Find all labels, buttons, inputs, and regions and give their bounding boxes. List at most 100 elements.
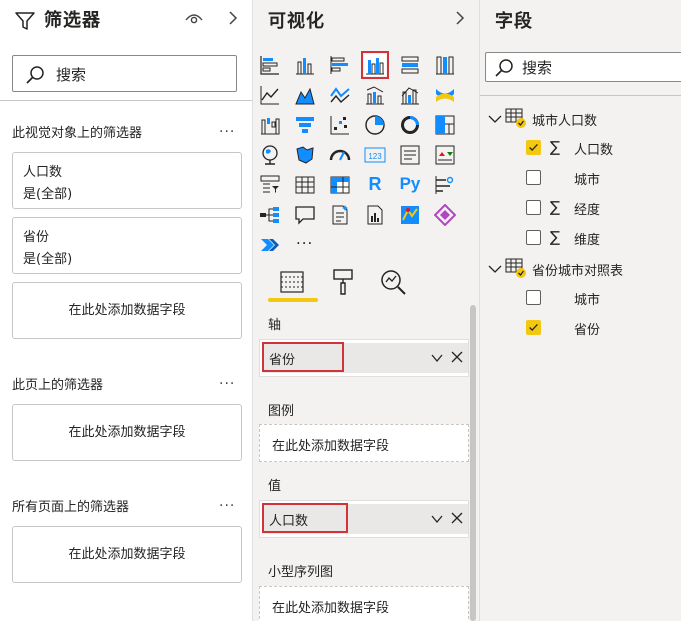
search-icon xyxy=(26,66,44,84)
map-icon[interactable] xyxy=(259,144,281,166)
filters-search-box[interactable]: 搜索 xyxy=(12,55,237,92)
power-apps-icon[interactable] xyxy=(434,204,456,226)
card-icon[interactable]: 123 xyxy=(364,144,386,166)
area-chart-icon[interactable] xyxy=(294,84,316,106)
table-name: 省份城市对照表 xyxy=(532,264,624,279)
stacked-bar-chart-icon[interactable] xyxy=(259,54,281,76)
active-tab-underline xyxy=(268,298,318,302)
qa-visual-icon[interactable] xyxy=(294,204,316,226)
axis-well[interactable]: 省份 xyxy=(259,339,469,377)
chevron-down-icon[interactable] xyxy=(488,114,502,124)
collapse-visualizations-chevron-icon[interactable] xyxy=(453,10,467,26)
smart-narrative-icon[interactable] xyxy=(329,204,351,226)
close-icon[interactable] xyxy=(451,351,463,363)
funnel-chart-icon[interactable] xyxy=(294,114,316,136)
field-name: 人口数 xyxy=(574,143,614,158)
eye-icon[interactable] xyxy=(184,10,204,26)
arcgis-map-icon[interactable] xyxy=(399,204,421,226)
checkbox-unchecked[interactable] xyxy=(526,230,541,245)
filters-divider xyxy=(0,100,252,101)
more-visuals-button[interactable]: ... xyxy=(296,230,318,252)
scatter-chart-icon[interactable] xyxy=(329,114,351,136)
chevron-down-icon[interactable] xyxy=(488,264,502,274)
filter-icon xyxy=(15,12,35,30)
all-pages-filters-more-button[interactable]: ... xyxy=(219,494,235,510)
sigma-icon: ∑ xyxy=(550,198,561,216)
visualizations-scrollbar[interactable] xyxy=(470,305,476,621)
collapse-filters-chevron-icon[interactable] xyxy=(226,10,240,26)
power-automate-icon[interactable] xyxy=(259,234,281,256)
fields-wells-tab-icon[interactable] xyxy=(278,267,308,297)
page-filters-more-button[interactable]: ... xyxy=(219,372,235,388)
matrix-icon[interactable] xyxy=(329,174,351,196)
table-icon xyxy=(505,258,526,278)
field-name: 城市 xyxy=(574,293,601,308)
filter-card-province[interactable]: 省份 是(全部) xyxy=(12,217,242,274)
visual-filters-more-button[interactable]: ... xyxy=(219,120,235,136)
key-influencers-icon[interactable] xyxy=(434,174,456,196)
legend-well-label: 图例 xyxy=(268,404,295,419)
all-pages-filters-drop-zone[interactable]: 在此处添加数据字段 xyxy=(12,526,242,583)
search-icon xyxy=(495,59,513,77)
filter-card-value: 是(全部) xyxy=(23,252,73,267)
waterfall-chart-icon[interactable] xyxy=(259,114,281,136)
clustered-bar-chart-icon[interactable] xyxy=(329,54,351,76)
fields-divider xyxy=(480,95,681,96)
fields-title: 字段 xyxy=(495,11,533,32)
gauge-icon[interactable] xyxy=(329,144,351,166)
chevron-down-icon[interactable] xyxy=(431,353,443,363)
drop-zone-label: 在此处添加数据字段 xyxy=(68,303,186,318)
small-multiples-well-drop-zone[interactable]: 在此处添加数据字段 xyxy=(259,586,469,621)
pie-chart-icon[interactable] xyxy=(364,114,386,136)
stacked-area-chart-icon[interactable] xyxy=(329,84,351,106)
table-name: 城市人口数 xyxy=(532,114,598,129)
checkbox-unchecked[interactable] xyxy=(526,200,541,215)
filter-card-value: 是(全部) xyxy=(23,187,73,202)
legend-well-drop-zone[interactable]: 在此处添加数据字段 xyxy=(259,424,469,462)
ribbon-chart-icon[interactable] xyxy=(434,84,456,106)
filter-card-field: 省份 xyxy=(23,230,50,245)
visualizations-title: 可视化 xyxy=(268,11,325,32)
field-name: 维度 xyxy=(574,233,601,248)
fields-search-placeholder: 搜索 xyxy=(522,59,553,77)
visual-filters-label: 此视觉对象上的筛选器 xyxy=(12,126,143,141)
kpi-icon[interactable] xyxy=(434,144,456,166)
checkbox-checked[interactable] xyxy=(526,320,541,335)
stacked-column-chart-icon[interactable] xyxy=(294,54,316,76)
chevron-down-icon[interactable] xyxy=(431,514,443,524)
clustered-column-chart-icon[interactable] xyxy=(361,51,389,79)
r-script-visual-icon[interactable]: R xyxy=(364,172,386,194)
drop-zone-label: 在此处添加数据字段 xyxy=(272,439,390,454)
slicer-icon[interactable] xyxy=(259,174,281,196)
treemap-icon[interactable] xyxy=(434,114,456,136)
small-multiples-well-label: 小型序列图 xyxy=(268,565,334,580)
drop-zone-label: 在此处添加数据字段 xyxy=(272,601,390,616)
format-paintbrush-icon[interactable] xyxy=(328,267,358,297)
paginated-report-icon[interactable] xyxy=(364,204,386,226)
decomposition-tree-icon[interactable] xyxy=(259,204,281,226)
fields-search-box[interactable]: 搜索 xyxy=(485,52,681,82)
line-chart-icon[interactable] xyxy=(259,84,281,106)
100-stacked-column-chart-icon[interactable] xyxy=(434,54,456,76)
filters-search-placeholder: 搜索 xyxy=(56,66,87,84)
100-stacked-bar-chart-icon[interactable] xyxy=(399,54,421,76)
table-icon[interactable] xyxy=(294,174,316,196)
checkbox-unchecked[interactable] xyxy=(526,290,541,305)
multi-row-card-icon[interactable] xyxy=(399,144,421,166)
filter-card-population[interactable]: 人口数 是(全部) xyxy=(12,152,242,209)
all-pages-filters-label: 所有页面上的筛选器 xyxy=(12,500,130,515)
python-visual-icon[interactable]: Py xyxy=(396,172,424,194)
line-and-clustered-column-icon[interactable] xyxy=(399,84,421,106)
checkbox-checked[interactable] xyxy=(526,140,541,155)
analytics-magnifier-icon[interactable] xyxy=(378,267,408,297)
sigma-icon: ∑ xyxy=(550,228,561,246)
visual-filters-drop-zone[interactable]: 在此处添加数据字段 xyxy=(12,282,242,339)
checkbox-unchecked[interactable] xyxy=(526,170,541,185)
filled-map-icon[interactable] xyxy=(294,144,316,166)
field-name: 经度 xyxy=(574,203,601,218)
values-well[interactable]: 人口数 xyxy=(259,500,469,538)
page-filters-drop-zone[interactable]: 在此处添加数据字段 xyxy=(12,404,242,461)
donut-chart-icon[interactable] xyxy=(399,114,421,136)
close-icon[interactable] xyxy=(451,512,463,524)
line-and-stacked-column-icon[interactable] xyxy=(364,84,386,106)
